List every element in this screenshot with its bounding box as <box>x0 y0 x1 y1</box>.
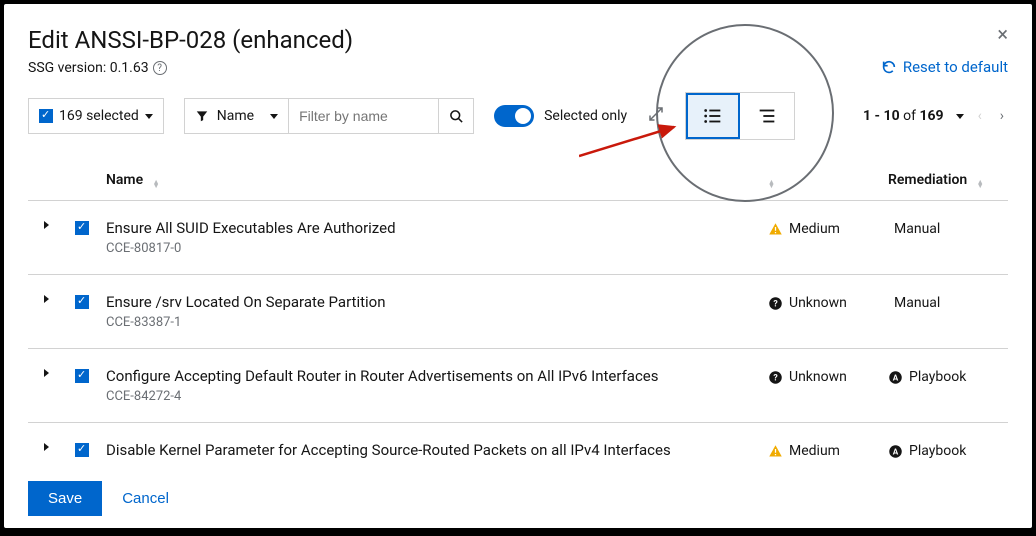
refresh-icon <box>881 59 897 75</box>
pagination-range-value: 1 - 10 <box>863 108 900 124</box>
pagination-perpage-caret[interactable] <box>956 114 964 119</box>
pagination-total: 169 <box>919 108 943 124</box>
table-body: Ensure All SUID Executables Are Authoriz… <box>28 201 1008 463</box>
modal-edit-policy: × Edit ANSSI-BP-028 (enhanced) SSG versi… <box>4 4 1032 528</box>
severity-label: Unknown <box>789 295 847 311</box>
filter-group: Name <box>184 98 474 134</box>
expand-row-icon[interactable] <box>44 221 49 229</box>
help-icon[interactable]: ? <box>153 61 167 75</box>
bulk-select-dropdown[interactable]: 169 selected <box>28 98 164 134</box>
table-row: Ensure All SUID Executables Are Authoriz… <box>28 201 1008 275</box>
ssg-version-label: SSG version: 0.1.63 <box>28 60 149 76</box>
list-view-button[interactable] <box>686 93 740 139</box>
svg-text:A: A <box>893 373 899 383</box>
caret-down-icon <box>145 114 153 119</box>
pagination-of: of <box>903 108 916 124</box>
reset-to-default-label: Reset to default <box>903 58 1008 76</box>
search-button[interactable] <box>438 98 474 134</box>
remediation-label: Playbook <box>909 369 966 385</box>
page-title: Edit ANSSI-BP-028 (enhanced) <box>28 26 1008 54</box>
selected-only-toggle[interactable] <box>494 105 534 127</box>
modal-footer: Save Cancel <box>28 481 169 516</box>
pagination-next[interactable]: › <box>996 108 1008 124</box>
table-row: Configure Accepting Default Router in Ro… <box>28 349 1008 423</box>
remediation-icon: A <box>888 370 903 385</box>
row-cce: CCE-80817-0 <box>106 241 768 256</box>
caret-down-icon <box>270 114 278 119</box>
toolbar: 169 selected Name Selected only <box>28 92 1008 140</box>
severity-icon: ? <box>768 370 783 385</box>
hierarchy-icon <box>756 105 778 127</box>
view-toggle <box>685 92 795 140</box>
severity-icon <box>768 222 783 237</box>
svg-text:?: ? <box>773 300 778 310</box>
filter-input-wrap <box>288 98 438 134</box>
pagination-prev[interactable]: ‹ <box>974 108 986 124</box>
row-name: Ensure /srv Located On Separate Partitio… <box>106 293 768 311</box>
save-button[interactable]: Save <box>28 481 102 516</box>
bulk-select-label: 169 selected <box>59 108 139 124</box>
reset-to-default-button[interactable]: Reset to default <box>881 58 1008 76</box>
severity-icon <box>768 444 783 459</box>
table-header: Name ▲▼ ▲▼ Remediation ▲▼ <box>28 158 1008 201</box>
sort-icon: ▲▼ <box>977 180 984 188</box>
row-checkbox[interactable] <box>75 443 89 457</box>
row-name: Configure Accepting Default Router in Ro… <box>106 367 768 385</box>
row-checkbox[interactable] <box>75 295 89 309</box>
filter-input[interactable] <box>299 108 428 124</box>
selected-only-label: Selected only <box>544 108 627 124</box>
col-remediation-label: Remediation <box>888 172 967 188</box>
severity-label: Medium <box>789 443 840 459</box>
fade-overlay <box>28 458 1008 478</box>
row-checkbox[interactable] <box>75 369 89 383</box>
col-name-header[interactable]: Name ▲▼ <box>100 172 768 188</box>
severity-label: Unknown <box>789 369 847 385</box>
remediation-icon: A <box>888 444 903 459</box>
list-icon <box>702 105 724 127</box>
cancel-button[interactable]: Cancel <box>122 490 169 507</box>
row-name: Ensure All SUID Executables Are Authoriz… <box>106 219 768 237</box>
close-icon[interactable]: × <box>997 24 1008 44</box>
row-cce: CCE-83387-1 <box>106 315 768 330</box>
bulk-select-checkbox[interactable] <box>39 109 53 123</box>
filter-attr-label: Name <box>217 108 254 124</box>
selected-only-toggle-wrap: Selected only <box>494 105 627 127</box>
remediation-label: Manual <box>894 221 940 237</box>
page-subtitle: SSG version: 0.1.63 ? <box>28 60 1008 76</box>
fullscreen-icon[interactable] <box>647 105 665 127</box>
col-remediation-header[interactable]: Remediation ▲▼ <box>888 172 1008 188</box>
filter-icon <box>195 109 209 123</box>
severity-icon: ? <box>768 296 783 311</box>
sort-icon: ▲▼ <box>768 180 775 188</box>
tree-view-button[interactable] <box>740 93 794 139</box>
row-cce: CCE-84272-4 <box>106 389 768 404</box>
col-severity-header[interactable]: ▲▼ <box>768 172 888 188</box>
pagination-range: 1 - 10 of 169 <box>863 108 944 124</box>
remediation-label: Playbook <box>909 443 966 459</box>
severity-label: Medium <box>789 221 840 237</box>
svg-text:?: ? <box>773 374 778 384</box>
expand-row-icon[interactable] <box>44 295 49 303</box>
col-name-label: Name <box>106 172 143 188</box>
expand-row-icon[interactable] <box>44 443 49 451</box>
sort-icon: ▲▼ <box>153 180 160 188</box>
search-icon <box>449 109 464 124</box>
row-checkbox[interactable] <box>75 221 89 235</box>
remediation-label: Manual <box>894 295 940 311</box>
expand-row-icon[interactable] <box>44 369 49 377</box>
svg-text:A: A <box>893 447 899 457</box>
row-name: Disable Kernel Parameter for Accepting S… <box>106 441 768 459</box>
pagination: 1 - 10 of 169 ‹ › <box>863 108 1008 124</box>
filter-attribute-select[interactable]: Name <box>184 98 288 134</box>
table-row: Ensure /srv Located On Separate Partitio… <box>28 275 1008 349</box>
